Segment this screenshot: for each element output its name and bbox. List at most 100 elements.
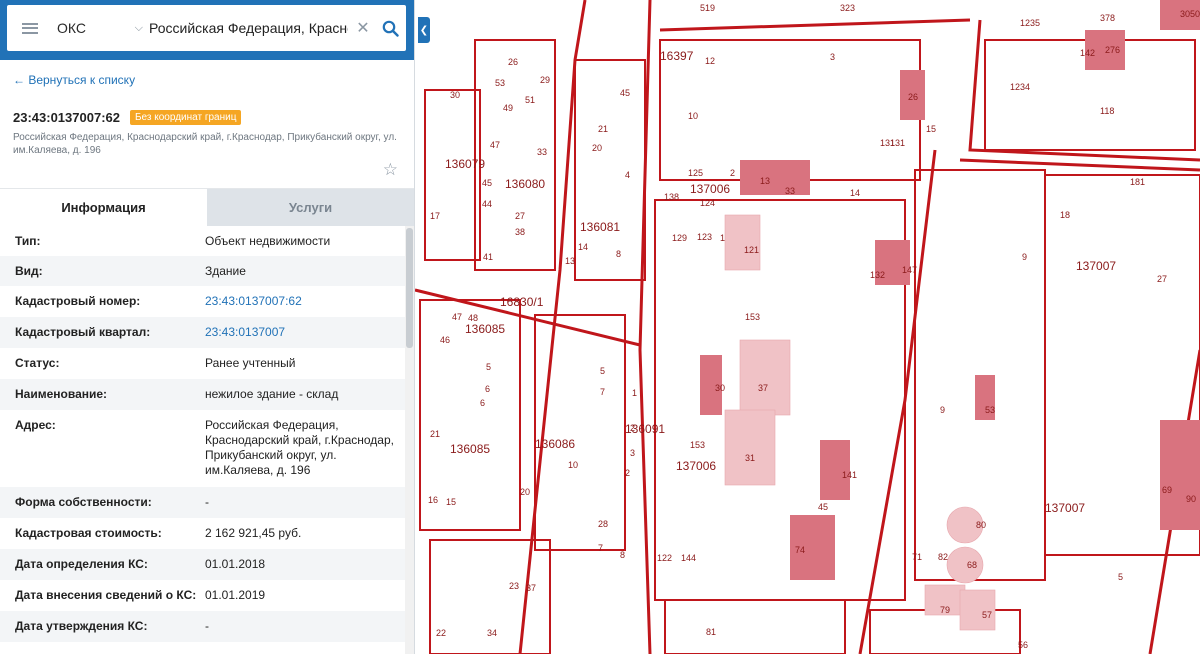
info-row: Кадастровая стоимость: 2 162 921,45 руб. [0, 518, 405, 549]
map-parcel-label: 129 [672, 233, 687, 243]
map-parcel-label: 136091 [625, 422, 665, 436]
map-parcel-label: 47 [490, 140, 500, 150]
info-row-value: Здание [205, 264, 246, 278]
parcel [424, 89, 481, 261]
search-input[interactable] [149, 5, 352, 51]
collapse-panel-button[interactable]: ❮ [418, 17, 430, 43]
map-parcel-label: 74 [795, 545, 805, 555]
map-parcel-label: 378 [1100, 13, 1115, 23]
map-parcel-label: 57 [982, 610, 992, 620]
map-parcel-label: 68 [967, 560, 977, 570]
back-to-list-link[interactable]: ← Вернуться к списку [0, 60, 414, 96]
map-parcel-label: 69 [1162, 485, 1172, 495]
map-parcel-label: 136080 [505, 177, 545, 191]
map-parcel-label: 20 [520, 487, 530, 497]
map-parcel-label: 53 [495, 78, 505, 88]
info-row-link[interactable]: 23:43:0137007 [205, 325, 405, 348]
scrollbar-thumb[interactable] [406, 228, 413, 348]
info-row-label: Кадастровая стоимость: [15, 526, 162, 540]
map-parcel-label: 123 [697, 232, 712, 242]
map-parcel-label: 56 [1018, 640, 1028, 650]
status-badge: Без координат границ [129, 110, 242, 125]
object-type-value: ОКС [57, 20, 86, 36]
info-row: Дата внесения сведений о КС: 01.01.2019 [0, 580, 405, 611]
parcel [869, 609, 1021, 654]
info-row-label: Статус: [15, 356, 60, 370]
info-row-value: - [205, 495, 209, 509]
map-parcel-label: 23 [509, 581, 519, 591]
map-parcel-label: 79 [940, 605, 950, 615]
map-parcel-label: 141 [842, 470, 857, 480]
map-parcel-label: 9 [1022, 252, 1027, 262]
info-row-value: Ранее учтенный [205, 356, 296, 370]
map-parcel-label: 28 [598, 519, 608, 529]
info-scroll-area[interactable]: Тип: Объект недвижимости Вид: Здание Кадастр… [0, 226, 414, 654]
map-parcel-label: 47 [452, 312, 462, 322]
tab-information[interactable]: Информация [0, 189, 207, 226]
map-parcel-label: 136079 [445, 157, 485, 171]
map-parcel-label: 21 [430, 429, 440, 439]
map-parcel-label: 20 [592, 143, 602, 153]
map-parcel-label: 5 [1118, 572, 1123, 582]
map-parcel-label: 33 [537, 147, 547, 157]
map-parcel-label: 37 [758, 383, 768, 393]
parcel [659, 39, 921, 181]
map-parcel-label: 8 [616, 249, 621, 259]
info-row-value: Российская Федерация, Краснодарский край… [205, 418, 394, 477]
info-row: Дата определения КС: 01.01.2018 [0, 549, 405, 580]
street-line [858, 149, 937, 654]
info-table: Тип: Объект недвижимости Вид: Здание Кадастр… [0, 226, 405, 642]
map-parcel-label: 38 [515, 227, 525, 237]
street-line [659, 18, 971, 32]
star-icon[interactable]: ☆ [383, 160, 398, 180]
info-row-label: Наименование: [15, 387, 108, 401]
building [739, 339, 791, 416]
map-parcel-label: 18 [1060, 210, 1070, 220]
search-button[interactable] [374, 5, 406, 51]
map-parcel-label: 138 [664, 192, 679, 202]
search-bar: ОКС ⌵ ✕ [0, 0, 414, 60]
clear-search-button[interactable]: ✕ [352, 5, 374, 51]
tab-services[interactable]: Услуги [207, 189, 414, 226]
map-parcel-label: 30 [715, 383, 725, 393]
map-parcel-label: 147 [902, 265, 917, 275]
object-type-select[interactable]: ОКС ⌵ [53, 5, 149, 51]
map-parcel-label: 153 [745, 312, 760, 322]
building [1160, 420, 1200, 530]
map-parcel-label: 1235 [1020, 18, 1040, 28]
menu-button[interactable] [7, 5, 53, 51]
info-row: Кадастровый номер: 23:43:0137007:62 [0, 286, 405, 317]
scrollbar[interactable] [405, 226, 414, 654]
map-parcel-label: 124 [700, 198, 715, 208]
map-parcel-label: 8 [620, 550, 625, 560]
map-parcel-label: 118 [1100, 106, 1114, 116]
building [740, 160, 810, 195]
map-parcel-label: 142 [1080, 48, 1095, 58]
map-parcel-label: 10 [568, 460, 578, 470]
info-row-link[interactable]: 23:43:0137007:62 [205, 294, 405, 317]
info-row-value: 01.01.2018 [205, 557, 266, 571]
info-row-label: Адрес: [15, 418, 56, 432]
map-parcel-label: 2 [625, 468, 630, 478]
map-parcel-label: 3 [630, 448, 635, 458]
map-parcel-label: 81 [706, 627, 716, 637]
map-parcel-label: 82 [938, 552, 948, 562]
map-parcel-label: 6 [480, 398, 485, 408]
search-icon [382, 20, 399, 37]
info-row-value: 2 162 921,45 руб. [205, 526, 302, 540]
chevron-left-icon: ❮ [419, 24, 429, 36]
map-parcel-label: 7 [598, 543, 603, 553]
info-row-label: Кадастровый номер: [15, 294, 141, 308]
hamburger-icon [22, 22, 38, 34]
parcel [534, 314, 626, 551]
map-parcel-label: 30 [450, 90, 460, 100]
info-row: Форма собственности: - [0, 487, 405, 518]
map-parcel-label: 45 [482, 178, 492, 188]
info-row-label: Дата внесения сведений о КС: [15, 588, 197, 602]
map-parcel-label: 44 [482, 199, 492, 209]
map-parcel-label: 53 [985, 405, 995, 415]
map-parcel-label: 16397 [660, 49, 694, 63]
info-row-label: Дата утверждения КС: [15, 619, 148, 633]
tabs: Информация Услуги [0, 188, 414, 226]
info-row: Наименование: нежилое здание - склад [0, 379, 405, 410]
